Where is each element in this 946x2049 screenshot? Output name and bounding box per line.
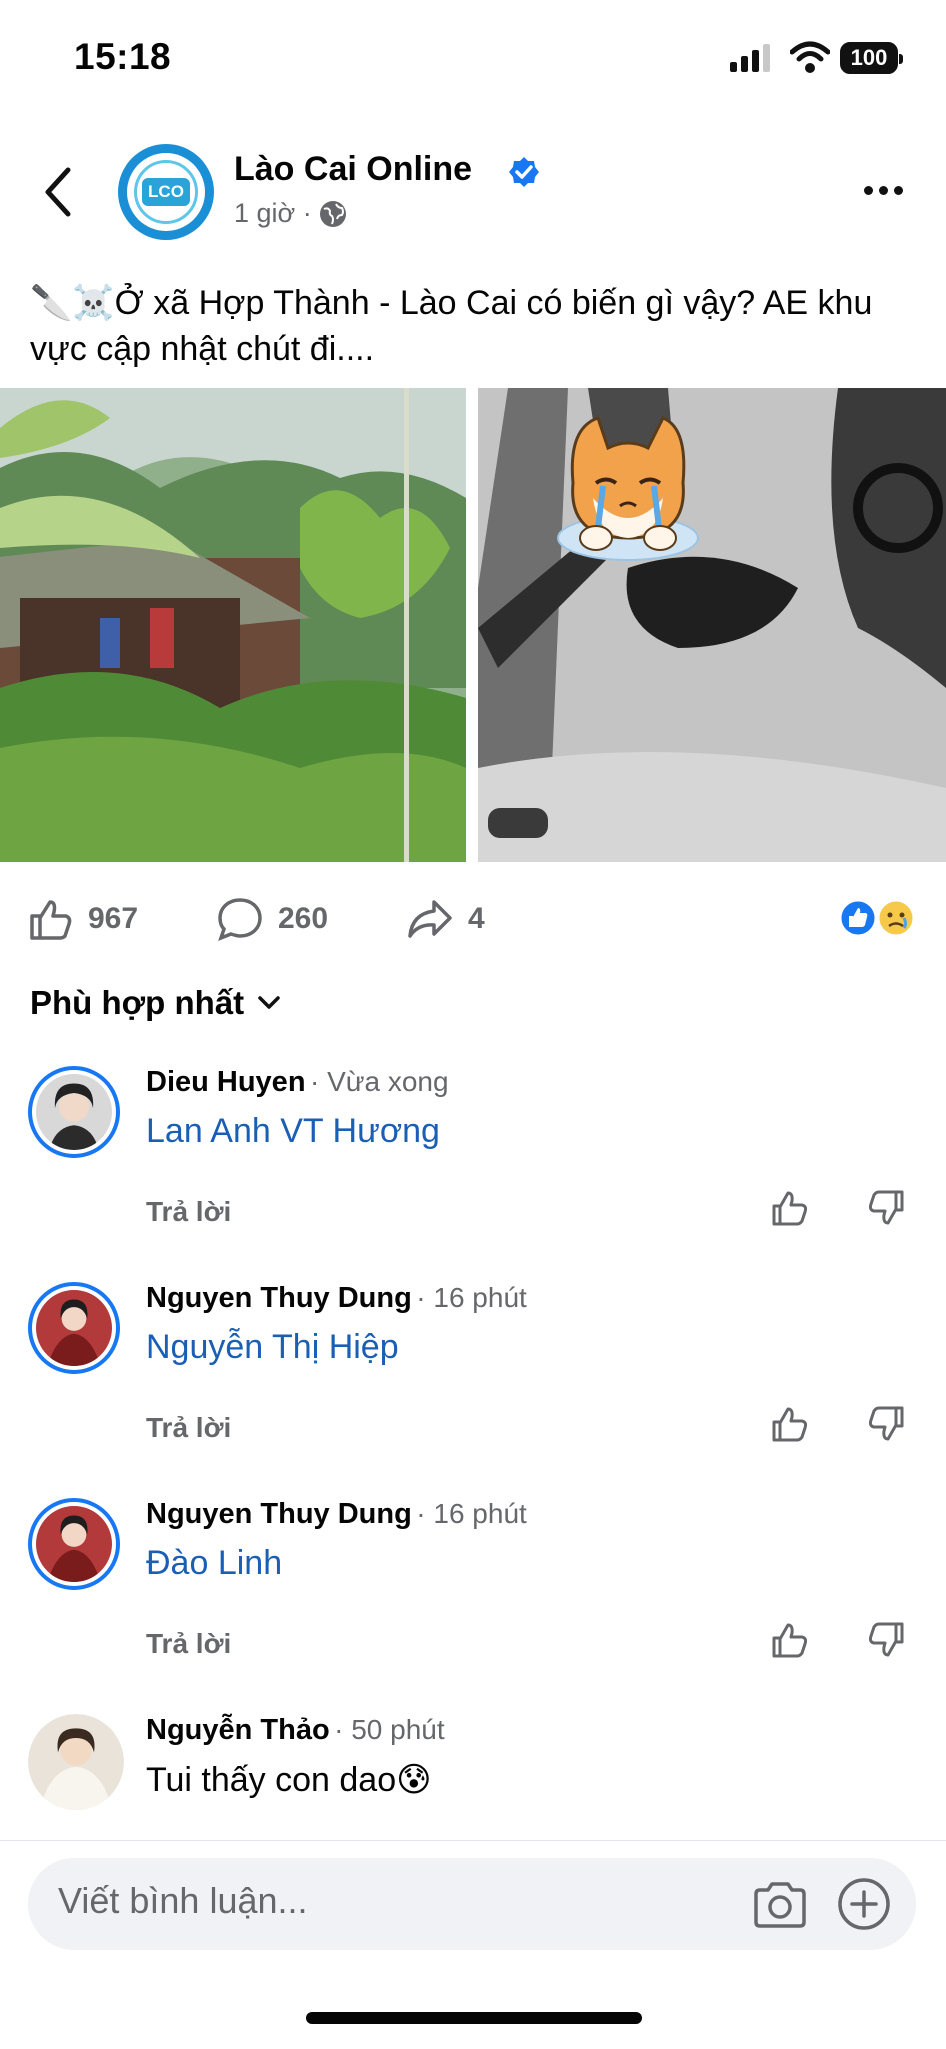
more-options-icon[interactable] — [864, 186, 903, 195]
post-caption: 🔪☠️Ở xã Hợp Thành - Lào Cai có biến gì v… — [30, 280, 920, 372]
status-time: 15:18 — [74, 36, 172, 77]
comment-text: Tui thấy con dao😰 — [146, 1761, 432, 1799]
thumbs-down-icon[interactable] — [866, 1188, 906, 1228]
comment-avatar[interactable] — [28, 1714, 124, 1810]
share-count: 4 — [468, 902, 485, 935]
thumbs-up-icon[interactable] — [770, 1620, 810, 1660]
comment-header: Nguyễn Thảo · 50 phút — [146, 1714, 445, 1747]
chevron-down-icon — [258, 996, 280, 1009]
commenter-name[interactable]: Nguyen Thuy Dung — [146, 1498, 412, 1530]
comment-time: · 50 phút — [334, 1714, 445, 1745]
comment-text-tag[interactable]: Đào Linh — [146, 1544, 282, 1583]
caption-emoji: 🔪☠️ — [30, 284, 115, 322]
page-name[interactable]: Lào Cai Online — [234, 150, 472, 189]
comment-input-placeholder[interactable]: Viết bình luận... — [58, 1880, 308, 1922]
post-photo-scene[interactable] — [478, 388, 946, 862]
avatar-photo — [36, 1074, 112, 1150]
reply-button[interactable]: Trả lời — [146, 1412, 231, 1444]
commenter-name[interactable]: Nguyen Thuy Dung — [146, 1282, 412, 1314]
post-meta: 1 giờ · — [234, 198, 348, 229]
home-indicator — [306, 2012, 642, 2024]
comment-header: Nguyen Thuy Dung · 16 phút — [146, 1498, 527, 1531]
thumbs-up-icon[interactable] — [770, 1404, 810, 1444]
avatar-photo — [28, 1714, 124, 1810]
like-icon — [30, 900, 72, 940]
commenter-name[interactable]: Nguyễn Thảo — [146, 1714, 330, 1746]
page-avatar-logo: LCO — [142, 178, 190, 206]
post-photo-village[interactable] — [0, 388, 466, 862]
post-time: 1 giờ · — [234, 198, 312, 228]
verified-badge-icon — [509, 157, 539, 187]
comment-count: 260 — [278, 902, 329, 935]
thumbs-up-icon[interactable] — [770, 1188, 810, 1228]
comment-time: · 16 phút — [416, 1498, 527, 1529]
commenter-name[interactable]: Dieu Huyen — [146, 1066, 306, 1098]
comment-icon — [218, 898, 262, 942]
globe-icon — [319, 200, 346, 227]
battery-indicator: 100 — [840, 42, 903, 74]
comment-avatar[interactable] — [28, 1066, 120, 1158]
comment-time: · 16 phút — [416, 1282, 527, 1313]
comment-header: Nguyen Thuy Dung · 16 phút — [146, 1282, 527, 1315]
comment-text-tag[interactable]: Nguyễn Thị Hiệp — [146, 1328, 399, 1367]
comment-avatar[interactable] — [28, 1282, 120, 1374]
like-count: 967 — [88, 902, 139, 935]
sort-label: Phù hợp nhất — [30, 984, 245, 1021]
reactions-summary-icon[interactable] — [838, 898, 922, 938]
reply-button[interactable]: Trả lời — [146, 1628, 231, 1660]
camera-icon[interactable] — [752, 1880, 808, 1930]
wifi-icon — [790, 41, 830, 73]
comment-button[interactable]: 260 — [216, 896, 328, 942]
comment-sort-dropdown[interactable]: Phù hợp nhất — [30, 984, 282, 1022]
grayscale-scene-image — [478, 388, 946, 862]
cellular-signal-icon — [730, 44, 770, 72]
avatar-photo — [36, 1290, 112, 1366]
thumbs-down-icon[interactable] — [866, 1620, 906, 1660]
comment-header: Dieu Huyen · Vừa xong — [146, 1066, 449, 1099]
avatar-photo — [36, 1506, 112, 1582]
caption-text: Ở xã Hợp Thành - Lào Cai có biến gì vậy?… — [30, 284, 873, 368]
battery-level: 100 — [850, 45, 888, 70]
comment-avatar[interactable] — [28, 1498, 120, 1590]
village-scene-image — [0, 388, 466, 862]
like-button[interactable]: 967 — [28, 896, 138, 942]
share-button[interactable]: 4 — [406, 896, 485, 942]
comment-text-tag[interactable]: Lan Anh VT Hương — [146, 1112, 440, 1151]
reply-button[interactable]: Trả lời — [146, 1196, 231, 1228]
comment-time: · Vừa xong — [309, 1066, 449, 1097]
back-chevron-icon[interactable] — [40, 166, 76, 218]
add-circle-icon[interactable] — [836, 1876, 892, 1932]
page-avatar[interactable]: LCO — [118, 144, 214, 240]
share-icon — [408, 900, 452, 938]
thumbs-down-icon[interactable] — [866, 1404, 906, 1444]
